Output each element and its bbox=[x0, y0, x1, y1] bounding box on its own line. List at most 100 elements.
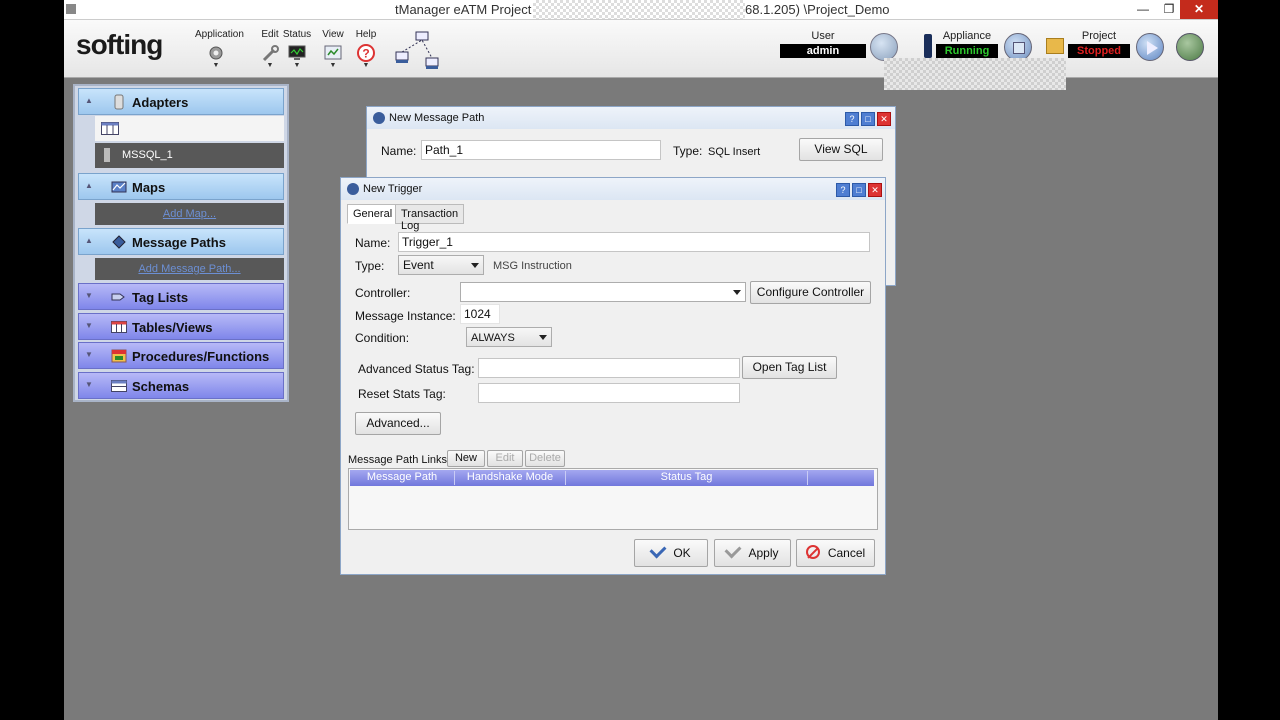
collapse-icon[interactable]: ▲ bbox=[85, 96, 93, 105]
type-label: Type: bbox=[355, 259, 385, 273]
links-delete-button[interactable]: Delete bbox=[525, 450, 565, 467]
expand-icon[interactable]: ▼ bbox=[85, 350, 93, 359]
close-icon[interactable]: ✕ bbox=[877, 112, 891, 126]
links-edit-button[interactable]: Edit bbox=[487, 450, 523, 467]
new-trigger-dialog: New Trigger ? □ ✕ General Transaction Log … bbox=[340, 177, 886, 575]
message-path-links-label: Message Path Links: bbox=[348, 454, 451, 466]
sidebar-item-label: Tables/Views bbox=[132, 320, 213, 335]
sidebar-item-label: Schemas bbox=[132, 379, 190, 394]
maximize-button[interactable]: ❐ bbox=[1156, 0, 1182, 19]
add-map-link[interactable]: Add Map... bbox=[95, 203, 284, 225]
system-menu-icon[interactable] bbox=[66, 4, 76, 14]
chevron-down-icon bbox=[539, 335, 547, 340]
checkmark-icon bbox=[724, 541, 742, 559]
chevron-down-icon: ▼ bbox=[362, 62, 370, 69]
sidebar-item-adapters[interactable]: ▲ Adapters bbox=[78, 88, 284, 115]
advanced-status-tag-field[interactable] bbox=[478, 358, 740, 378]
run-icon[interactable] bbox=[1176, 33, 1204, 61]
expand-icon[interactable]: ▼ bbox=[85, 380, 93, 389]
folder-icon[interactable] bbox=[1046, 38, 1064, 54]
reset-stats-tag-field[interactable] bbox=[478, 383, 740, 403]
advanced-button[interactable]: Advanced... bbox=[355, 412, 441, 435]
application-menu[interactable]: Application ▼ bbox=[195, 29, 244, 69]
sidebar-item-tables-views[interactable]: ▼ Tables/Views bbox=[78, 313, 284, 340]
trigger-icon bbox=[347, 183, 359, 195]
maximize-icon[interactable]: □ bbox=[852, 183, 866, 197]
project-status: Project Stopped bbox=[1068, 30, 1130, 58]
expand-icon[interactable]: ▼ bbox=[85, 291, 93, 300]
links-new-button[interactable]: New bbox=[447, 450, 485, 467]
sidebar-item-procedures[interactable]: ▼ Procedures/Functions bbox=[78, 342, 284, 369]
advanced-status-tag-label: Advanced Status Tag: bbox=[358, 362, 475, 376]
trigger-name-field[interactable]: Trigger_1 bbox=[398, 232, 870, 252]
chevron-down-icon: ▼ bbox=[293, 62, 301, 69]
apply-button[interactable]: Apply bbox=[714, 539, 791, 567]
ok-button[interactable]: OK bbox=[634, 539, 708, 567]
dialog-title: New Trigger bbox=[363, 183, 423, 195]
play-project-icon[interactable] bbox=[1136, 33, 1164, 61]
tab-transaction-log[interactable]: Transaction Log bbox=[395, 204, 465, 232]
map-icon bbox=[111, 181, 127, 193]
sidebar-item-mssql[interactable]: MSSQL_1 bbox=[95, 143, 284, 168]
sidebar-subitem-redacted[interactable] bbox=[95, 116, 284, 141]
sidebar-item-label: Message Paths bbox=[132, 235, 226, 250]
sidebar-item-maps[interactable]: ▲ Maps bbox=[78, 173, 284, 200]
dialog-title-bar: New Message Path ? □ ✕ bbox=[367, 107, 895, 129]
controller-select[interactable] bbox=[460, 282, 746, 302]
collapse-icon[interactable]: ▲ bbox=[85, 181, 93, 190]
message-instance-field[interactable]: 1024 bbox=[460, 304, 500, 324]
sidebar-item-schemas[interactable]: ▼ Schemas bbox=[78, 372, 284, 399]
minimize-button[interactable]: — bbox=[1130, 0, 1156, 19]
help-icon[interactable]: ? bbox=[836, 183, 850, 197]
type-label: Type: bbox=[673, 144, 703, 158]
configure-controller-button[interactable]: Configure Controller bbox=[750, 281, 871, 304]
close-icon[interactable]: ✕ bbox=[868, 183, 882, 197]
network-topology-icon[interactable] bbox=[394, 30, 444, 72]
tab-general[interactable]: General bbox=[347, 204, 399, 224]
path-name-field[interactable]: Path_1 bbox=[421, 140, 661, 160]
add-map-link-label: Add Map... bbox=[162, 208, 217, 220]
add-message-path-link-label: Add Message Path... bbox=[138, 263, 241, 275]
sidebar-item-label: Procedures/Functions bbox=[132, 349, 270, 364]
collapse-icon[interactable]: ▲ bbox=[85, 236, 93, 245]
column-header[interactable]: Status Tag bbox=[566, 471, 808, 485]
sidebar-item-tag-lists[interactable]: ▼ Tag Lists bbox=[78, 283, 284, 310]
help-icon: ? bbox=[357, 44, 375, 62]
help-icon[interactable]: ? bbox=[845, 112, 859, 126]
message-path-links-table[interactable]: Message Path Handshake Mode Status Tag bbox=[348, 468, 878, 530]
softing-logo: softing bbox=[76, 29, 163, 60]
monitor-icon bbox=[288, 45, 306, 60]
toolbar-redaction bbox=[884, 58, 1066, 90]
status-menu[interactable]: Status ▼ bbox=[277, 29, 317, 69]
column-header[interactable]: Handshake Mode bbox=[455, 471, 566, 485]
appliance-value: Running bbox=[936, 44, 998, 58]
add-message-path-link[interactable]: Add Message Path... bbox=[95, 258, 284, 280]
expand-icon[interactable]: ▼ bbox=[85, 321, 93, 330]
message-instance-label: Message Instance: bbox=[355, 309, 456, 323]
help-menu-label: Help bbox=[355, 29, 377, 40]
sidebar-item-label: MSSQL_1 bbox=[122, 149, 173, 161]
dialog-window-buttons: ? □ ✕ bbox=[843, 111, 891, 126]
lock-icon[interactable] bbox=[870, 33, 898, 61]
sidebar-item-label: Maps bbox=[132, 180, 166, 195]
sidebar-item-message-paths[interactable]: ▲ Message Paths bbox=[78, 228, 284, 255]
stop-appliance-icon[interactable] bbox=[1004, 33, 1032, 61]
view-sql-button[interactable]: View SQL bbox=[799, 138, 883, 161]
procedure-icon bbox=[111, 349, 127, 363]
sidebar: ▲ Adapters MSSQL_1 ▲ Maps Add Map... ▲ M… bbox=[73, 84, 289, 402]
project-value: Stopped bbox=[1068, 44, 1130, 58]
maximize-icon[interactable]: □ bbox=[861, 112, 875, 126]
type-select-value: Event bbox=[403, 258, 434, 272]
open-tag-list-button[interactable]: Open Tag List bbox=[742, 356, 837, 379]
column-header[interactable]: Message Path bbox=[350, 471, 455, 485]
sidebar-item-label: Adapters bbox=[132, 95, 189, 110]
condition-select[interactable]: ALWAYS bbox=[466, 327, 552, 347]
cancel-button[interactable]: Cancel bbox=[796, 539, 875, 567]
help-menu[interactable]: Help ? ▼ bbox=[346, 29, 386, 69]
project-label: Project bbox=[1081, 30, 1117, 42]
name-label: Name: bbox=[381, 144, 417, 158]
close-window-button[interactable]: ✕ bbox=[1180, 0, 1218, 19]
condition-label: Condition: bbox=[355, 331, 410, 345]
sidebar-item-label: Tag Lists bbox=[132, 290, 189, 305]
type-select[interactable]: Event bbox=[398, 255, 484, 275]
